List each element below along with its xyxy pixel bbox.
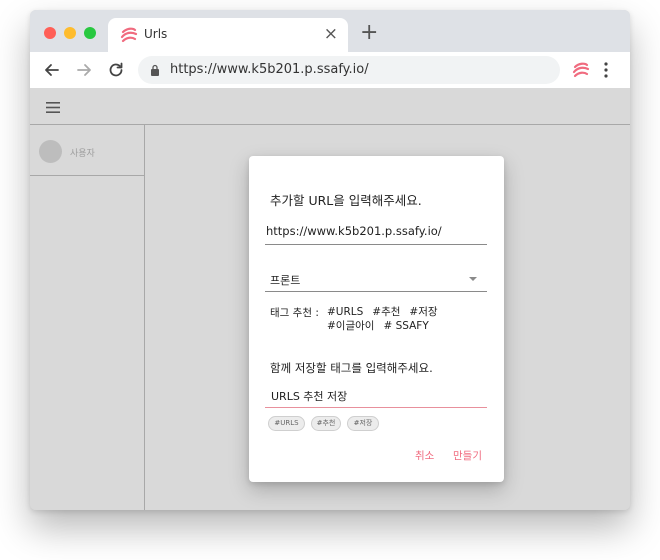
tag-recommend-label: 태그 추천 : bbox=[270, 307, 319, 319]
dialog-title: 추가할 URL을 입력해주세요. bbox=[270, 193, 422, 208]
category-select-value: 프론트 bbox=[270, 274, 301, 287]
recommended-tag[interactable]: # SSAFY bbox=[383, 320, 428, 332]
cancel-button[interactable]: 취소 bbox=[415, 448, 434, 463]
logo-icon bbox=[120, 27, 138, 43]
add-url-dialog: 추가할 URL을 입력해주세요. https://www.k5b201.p.ss… bbox=[249, 156, 504, 482]
forward-arrow-icon[interactable] bbox=[74, 60, 94, 80]
category-select[interactable]: 프론트 bbox=[265, 268, 487, 292]
app-page: 사용자 추가할 URL을 입력해주세요. https://www.k5b201.… bbox=[30, 88, 630, 510]
recommended-tag[interactable]: #URLS bbox=[327, 306, 363, 318]
maximize-window-button[interactable] bbox=[84, 27, 96, 39]
username: 사용자 bbox=[70, 149, 95, 159]
recommended-tag[interactable]: #추천 bbox=[372, 306, 400, 318]
create-button[interactable]: 만들기 bbox=[453, 448, 482, 463]
user-profile[interactable]: 사용자 bbox=[30, 125, 144, 176]
address-bar[interactable]: https://www.k5b201.p.ssafy.io/ bbox=[138, 56, 560, 84]
avatar bbox=[39, 140, 62, 163]
recommended-tag[interactable]: #이글아이 bbox=[327, 320, 374, 332]
tab-close-icon[interactable]: × bbox=[324, 24, 338, 44]
close-window-button[interactable] bbox=[44, 27, 56, 39]
tag-input-value: URLS 추천 저장 bbox=[271, 390, 348, 403]
browser-window: Urls × + https://www.k5b201.p.ssafy.io/ bbox=[30, 10, 630, 510]
new-tab-button[interactable]: + bbox=[360, 22, 378, 44]
more-vertical-icon[interactable] bbox=[604, 61, 608, 79]
recommended-tag[interactable]: #저장 bbox=[409, 306, 437, 318]
minimize-window-button[interactable] bbox=[64, 27, 76, 39]
tag-input[interactable]: URLS 추천 저장 bbox=[265, 384, 487, 408]
reload-icon[interactable] bbox=[106, 60, 126, 80]
browser-toolbar: https://www.k5b201.p.ssafy.io/ bbox=[30, 52, 630, 88]
tag-chips: #URLS #추천 #저장 bbox=[268, 416, 488, 432]
dropdown-arrow-icon bbox=[469, 277, 477, 281]
tab-title: Urls bbox=[144, 27, 168, 41]
tag-prompt: 함께 저장할 태그를 입력해주세요. bbox=[270, 361, 433, 375]
back-arrow-icon[interactable] bbox=[42, 60, 62, 80]
tab-strip: Urls × + bbox=[30, 10, 630, 52]
recommended-tags: #URLS #추천 #저장 #이글아이 # SSAFY bbox=[327, 305, 457, 333]
address-url: https://www.k5b201.p.ssafy.io/ bbox=[170, 62, 369, 77]
sidebar: 사용자 bbox=[30, 125, 145, 510]
hamburger-menu-icon[interactable] bbox=[46, 102, 60, 113]
tag-chip[interactable]: #URLS bbox=[268, 416, 305, 431]
url-input-value: https://www.k5b201.p.ssafy.io/ bbox=[266, 224, 442, 238]
tag-chip[interactable]: #저장 bbox=[347, 416, 379, 431]
url-input[interactable]: https://www.k5b201.p.ssafy.io/ bbox=[265, 220, 487, 245]
lock-icon bbox=[151, 64, 159, 76]
logo-icon[interactable] bbox=[571, 62, 591, 78]
app-bar bbox=[30, 88, 630, 125]
tab-urls[interactable]: Urls × bbox=[108, 18, 348, 52]
tag-chip[interactable]: #추천 bbox=[311, 416, 341, 431]
